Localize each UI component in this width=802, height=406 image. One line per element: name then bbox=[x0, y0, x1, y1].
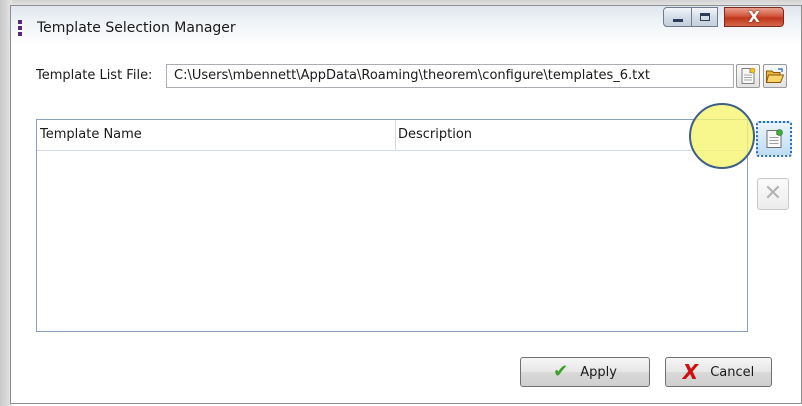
cancel-x-icon: X bbox=[682, 360, 699, 384]
window-title: Template Selection Manager bbox=[37, 20, 236, 36]
add-template-button[interactable] bbox=[756, 121, 792, 157]
delete-x-icon: ✕ bbox=[763, 181, 783, 206]
template-selection-manager-window: Template Selection Manager X Template Li… bbox=[10, 5, 802, 404]
checkmark-icon: ✔ bbox=[553, 361, 569, 382]
column-description[interactable]: Description bbox=[395, 120, 738, 150]
grid-header: Template Name Description bbox=[37, 120, 747, 151]
new-template-list-button[interactable] bbox=[736, 64, 760, 88]
cancel-button[interactable]: X Cancel bbox=[665, 357, 772, 387]
apply-button[interactable]: ✔ Apply bbox=[520, 357, 650, 387]
open-folder-icon bbox=[765, 68, 785, 83]
maximize-button[interactable] bbox=[691, 7, 718, 27]
minimize-icon bbox=[672, 19, 683, 22]
cancel-label: Cancel bbox=[710, 364, 755, 380]
cursor-highlight-circle bbox=[689, 103, 755, 169]
minimize-button[interactable] bbox=[663, 7, 692, 27]
delete-template-button[interactable]: ✕ bbox=[757, 178, 789, 210]
close-button[interactable]: X bbox=[724, 7, 784, 27]
maximize-icon bbox=[699, 13, 710, 21]
template-list-file-label: Template List File: bbox=[36, 68, 153, 83]
close-icon: X bbox=[748, 7, 760, 26]
templates-grid[interactable]: Template Name Description bbox=[36, 119, 748, 332]
new-document-icon bbox=[741, 67, 756, 84]
add-template-icon bbox=[766, 129, 783, 148]
column-template-name[interactable]: Template Name bbox=[37, 120, 396, 150]
open-template-list-button[interactable] bbox=[763, 64, 787, 88]
apply-label: Apply bbox=[580, 364, 617, 380]
template-list-file-input[interactable]: C:\Users\mbennett\AppData\Roaming\theore… bbox=[166, 64, 734, 88]
app-icon bbox=[18, 20, 22, 36]
title-bar[interactable]: Template Selection Manager X bbox=[11, 6, 801, 46]
